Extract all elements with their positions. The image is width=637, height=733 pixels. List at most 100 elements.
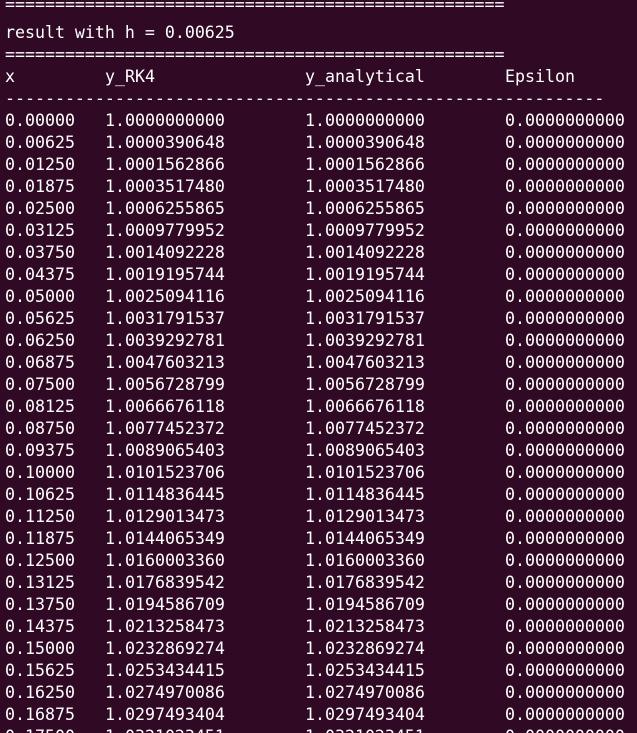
cell-y-rk4: 1.0056728799 (105, 375, 225, 394)
cell-epsilon: 0.0000000000 (505, 353, 625, 372)
cell-epsilon: 0.0000000000 (505, 573, 625, 592)
cell-epsilon: 0.0000000000 (505, 331, 625, 350)
cell-y-analytical: 1.0114836445 (305, 485, 425, 504)
cell-y-analytical: 1.0213258473 (305, 617, 425, 636)
cell-y-analytical: 1.0031791537 (305, 309, 425, 328)
cell-y-analytical: 1.0003517480 (305, 177, 425, 196)
cell-y-rk4: 1.0194586709 (105, 595, 225, 614)
cell-epsilon: 0.0000000000 (505, 485, 625, 504)
cell-x: 0.14375 (5, 617, 75, 636)
cell-x: 0.01250 (5, 155, 75, 174)
cell-y-analytical: 1.0129013473 (305, 507, 425, 526)
cell-y-analytical: 1.0253434415 (305, 661, 425, 680)
cell-y-rk4: 1.0000390648 (105, 133, 225, 152)
cell-epsilon: 0.0000000000 (505, 155, 625, 174)
cell-x: 0.09375 (5, 441, 75, 460)
cell-epsilon: 0.0000000000 (505, 661, 625, 680)
cell-epsilon: 0.0000000000 (505, 617, 625, 636)
cell-x: 0.15625 (5, 661, 75, 680)
cell-y-analytical: 1.0019195744 (305, 265, 425, 284)
cell-y-rk4: 1.0047603213 (105, 353, 225, 372)
cell-x: 0.10625 (5, 485, 75, 504)
cell-y-analytical: 1.0089065403 (305, 441, 425, 460)
cell-x: 0.05000 (5, 287, 75, 306)
cell-x: 0.13125 (5, 573, 75, 592)
cell-x: 0.02500 (5, 199, 75, 218)
cell-y-analytical: 1.0144065349 (305, 529, 425, 548)
cell-epsilon: 0.0000000000 (505, 639, 625, 658)
cell-y-rk4: 1.0213258473 (105, 617, 225, 636)
cell-epsilon: 0.0000000000 (505, 199, 625, 218)
cell-x: 0.11250 (5, 507, 75, 526)
cell-x: 0.06875 (5, 353, 75, 372)
cell-x: 0.12500 (5, 551, 75, 570)
cell-epsilon: 0.0000000000 (505, 683, 625, 702)
cell-y-analytical: 1.0321023451 (305, 726, 425, 733)
header-dash-line: ----------------------------------------… (5, 89, 605, 108)
cell-y-analytical: 1.0025094116 (305, 287, 425, 306)
cell-y-rk4: 1.0089065403 (105, 441, 225, 460)
cell-epsilon: 0.0000000000 (505, 595, 625, 614)
cell-x: 0.10000 (5, 463, 75, 482)
cell-y-analytical: 1.0001562866 (305, 155, 425, 174)
header-x: x (5, 67, 15, 86)
separator-top: ========================================… (5, 0, 505, 14)
cell-y-analytical: 1.0066676118 (305, 397, 425, 416)
header-y-rk4: y_RK4 (105, 67, 155, 86)
cell-y-rk4: 1.0232869274 (105, 639, 225, 658)
cell-epsilon: 0.0000000000 (505, 221, 625, 240)
cell-y-analytical: 1.0006255865 (305, 199, 425, 218)
cell-x: 0.06250 (5, 331, 75, 350)
cell-x: 0.03125 (5, 221, 75, 240)
header-y-analytical: y_analytical (305, 67, 425, 86)
cell-y-rk4: 1.0114836445 (105, 485, 225, 504)
cell-epsilon: 0.0000000000 (505, 507, 625, 526)
cell-x: 0.05625 (5, 309, 75, 328)
cell-y-rk4: 1.0039292781 (105, 331, 225, 350)
cell-epsilon: 0.0000000000 (505, 705, 625, 724)
cell-y-rk4: 1.0009779952 (105, 221, 225, 240)
header-epsilon: Epsilon (505, 67, 575, 86)
cell-x: 0.00000 (5, 111, 75, 130)
cell-y-rk4: 1.0176839542 (105, 573, 225, 592)
cell-y-rk4: 1.0014092228 (105, 243, 225, 262)
terminal-output[interactable]: ========================================… (0, 0, 637, 733)
cell-x: 0.08125 (5, 397, 75, 416)
cell-x: 0.11875 (5, 529, 75, 548)
cell-y-analytical: 1.0160003360 (305, 551, 425, 570)
cell-y-analytical: 1.0000000000 (305, 111, 425, 130)
cell-y-rk4: 1.0144065349 (105, 529, 225, 548)
cell-epsilon: 0.0000000000 (505, 309, 625, 328)
cell-epsilon: 0.0000000000 (505, 726, 625, 733)
cell-y-analytical: 1.0047603213 (305, 353, 425, 372)
cell-y-analytical: 1.0009779952 (305, 221, 425, 240)
cell-x: 0.01875 (5, 177, 75, 196)
cell-epsilon: 0.0000000000 (505, 419, 625, 438)
cell-y-analytical: 1.0077452372 (305, 419, 425, 438)
cell-y-rk4: 1.0001562866 (105, 155, 225, 174)
cell-y-rk4: 1.0066676118 (105, 397, 225, 416)
cell-y-analytical: 1.0232869274 (305, 639, 425, 658)
cell-y-rk4: 1.0031791537 (105, 309, 225, 328)
cell-y-rk4: 1.0006255865 (105, 199, 225, 218)
cell-epsilon: 0.0000000000 (505, 397, 625, 416)
cell-y-analytical: 1.0274970086 (305, 683, 425, 702)
cell-y-rk4: 1.0129013473 (105, 507, 225, 526)
cell-y-analytical: 1.0014092228 (305, 243, 425, 262)
cell-epsilon: 0.0000000000 (505, 177, 625, 196)
cell-epsilon: 0.0000000000 (505, 529, 625, 548)
cell-y-rk4: 1.0000000000 (105, 111, 225, 130)
cell-y-analytical: 1.0194586709 (305, 595, 425, 614)
cell-y-rk4: 1.0077452372 (105, 419, 225, 438)
cell-y-analytical: 1.0039292781 (305, 331, 425, 350)
cell-y-rk4: 1.0160003360 (105, 551, 225, 570)
cell-y-analytical: 1.0056728799 (305, 375, 425, 394)
cell-epsilon: 0.0000000000 (505, 111, 625, 130)
cell-epsilon: 0.0000000000 (505, 551, 625, 570)
cell-x: 0.15000 (5, 639, 75, 658)
table-header: x y_RK4 y_analytical Epsilon (5, 66, 575, 88)
cell-epsilon: 0.0000000000 (505, 243, 625, 262)
cell-x: 0.03750 (5, 243, 75, 262)
cell-epsilon: 0.0000000000 (505, 287, 625, 306)
cell-y-rk4: 1.0274970086 (105, 683, 225, 702)
